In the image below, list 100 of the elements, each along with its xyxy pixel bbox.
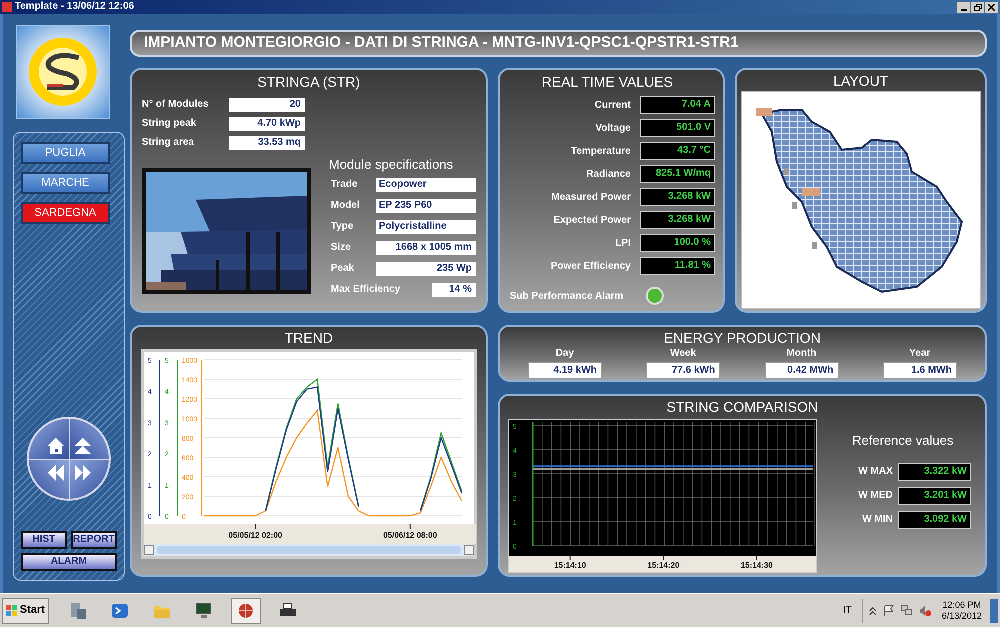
restore-button[interactable]: [971, 2, 984, 12]
period-label: Week: [670, 348, 696, 360]
monitor-icon: [194, 600, 214, 620]
reference-label: W MIN: [862, 513, 893, 527]
panel-title: STRINGA (STR): [258, 73, 360, 92]
nav-button[interactable]: ALARM: [21, 553, 117, 571]
x-tick-label: 05/05/12 02:00: [228, 531, 284, 540]
alarm-label: Sub Performance Alarm: [510, 290, 624, 304]
chevron-up-icon[interactable]: [868, 606, 877, 616]
muted-speaker-icon[interactable]: [918, 604, 932, 616]
axis-label: 05/06/12 08:00: [383, 524, 438, 540]
spec-value: 1668 x 1005 mm: [376, 240, 476, 254]
spec-label: Max Efficiency: [330, 283, 400, 297]
x-tick-label: 15:14:30: [740, 561, 774, 570]
spec-value: 14 %: [432, 282, 476, 296]
panel-title: TREND: [284, 329, 334, 348]
section-heading: Reference values: [852, 432, 954, 450]
section-heading: Module specifications: [329, 156, 454, 174]
value-display: 3.322 kW: [898, 462, 971, 480]
panel-title: ENERGY PRODUCTION: [664, 329, 821, 348]
rewind-icon: [46, 464, 64, 482]
x-tick-label: 15:14:20: [648, 561, 680, 570]
region-button[interactable]: MARCHE: [21, 172, 110, 194]
spec-value: Ecopower: [376, 178, 476, 192]
value-label: LPI: [615, 236, 631, 250]
close-icon: [988, 4, 995, 10]
network-icon[interactable]: [900, 604, 913, 616]
value-label: Radiance: [586, 168, 631, 182]
region-button[interactable]: PUGLIA: [21, 142, 110, 164]
value-label: Temperature: [571, 144, 631, 158]
axis-label: 15:14:10: [554, 556, 586, 570]
field-value: 4.70 kWp: [229, 116, 305, 130]
energy-value: 77.6 kWh: [646, 362, 720, 379]
period-label: Day: [556, 348, 574, 360]
value-display: 3.092 kW: [898, 510, 971, 528]
window-title: Template - 13/06/12 12:06: [15, 2, 134, 12]
value-display: 43.7 °C: [640, 142, 715, 160]
axis-label: 15:14:20: [648, 556, 680, 570]
app-icon: [2, 2, 12, 12]
period-label: Year: [909, 348, 931, 360]
spec-label: Model: [330, 199, 360, 213]
rewind-button[interactable]: [29, 460, 68, 499]
nav-button[interactable]: REPORT: [71, 531, 117, 549]
axis-label: 05/05/12 02:00: [228, 524, 283, 540]
region-button[interactable]: SARDEGNA: [21, 202, 110, 224]
value-display: 3.268 kW: [640, 188, 715, 206]
panel-title: STRING COMPARISON: [666, 398, 818, 417]
value-label: Current: [594, 98, 631, 112]
spec-value: EP 235 P60: [376, 198, 476, 212]
scroll-bar[interactable]: [144, 544, 474, 556]
panel-title: REAL TIME VALUES: [542, 73, 674, 92]
restore-icon: [974, 4, 982, 10]
nav-button[interactable]: HIST: [21, 531, 67, 549]
value-display: 3.201 kW: [898, 486, 971, 504]
axis-label: 15:14:30: [740, 556, 774, 570]
reference-label: W MED: [858, 489, 893, 503]
period-label: Month: [786, 348, 817, 360]
spec-value: 235 Wp: [376, 262, 476, 276]
value-display: 7.04 A: [640, 96, 715, 114]
clock-date: 6/13/2012: [942, 610, 982, 622]
value-display: 3.268 kW: [640, 211, 715, 229]
spec-label: Trade: [330, 178, 358, 192]
start-button[interactable]: Start: [2, 598, 50, 624]
server-icon: [68, 600, 88, 620]
forward-button[interactable]: [70, 460, 109, 499]
value-label: Power Efficiency: [550, 260, 631, 274]
value-display: 501.0 V: [640, 119, 715, 137]
panel-title: LAYOUT: [834, 72, 888, 91]
show-desktop-button[interactable]: [990, 598, 998, 622]
field-label: String area: [142, 136, 196, 150]
spec-value: Polycristalline: [376, 220, 476, 234]
page-title: IMPIANTO MONTEGIORGIO - DATI DI STRINGA - MNTG-INV1-QPSC1-QPSTR1-STR1: [144, 33, 739, 54]
logo-icon: [27, 36, 99, 108]
double-up-icon: [74, 436, 92, 454]
up-button[interactable]: [70, 419, 109, 458]
reference-label: W MAX: [858, 465, 893, 479]
clock-time: 12:06 PM: [942, 600, 982, 610]
windows-icon: [6, 604, 18, 616]
field-label: String peak: [142, 117, 198, 131]
value-display: 100.0 %: [640, 234, 715, 252]
field-value: 33.53 mq: [229, 136, 305, 150]
spec-label: Type: [330, 220, 354, 234]
energy-value: 4.19 kWh: [528, 362, 602, 379]
home-icon: [46, 436, 64, 454]
spec-label: Size: [330, 241, 352, 255]
x-tick-label: 15:14:10: [554, 561, 587, 570]
energy-value: 0.42 MWh: [764, 362, 839, 379]
field-label: N° of Modules: [142, 98, 210, 112]
energy-value: 1.6 MWh: [882, 362, 957, 379]
flag-icon[interactable]: [882, 604, 895, 616]
x-tick-label: 05/06/12 08:00: [383, 531, 438, 540]
language-indicator: IT: [843, 604, 852, 618]
home-button[interactable]: [29, 419, 68, 458]
value-label: Expected Power: [554, 214, 631, 228]
field-value: 20: [229, 98, 305, 112]
value-label: Voltage: [596, 122, 631, 136]
value-display: 11.81 %: [640, 257, 715, 275]
minimize-button[interactable]: [957, 2, 970, 12]
close-button[interactable]: [985, 2, 998, 12]
fast-forward-icon: [74, 464, 92, 482]
